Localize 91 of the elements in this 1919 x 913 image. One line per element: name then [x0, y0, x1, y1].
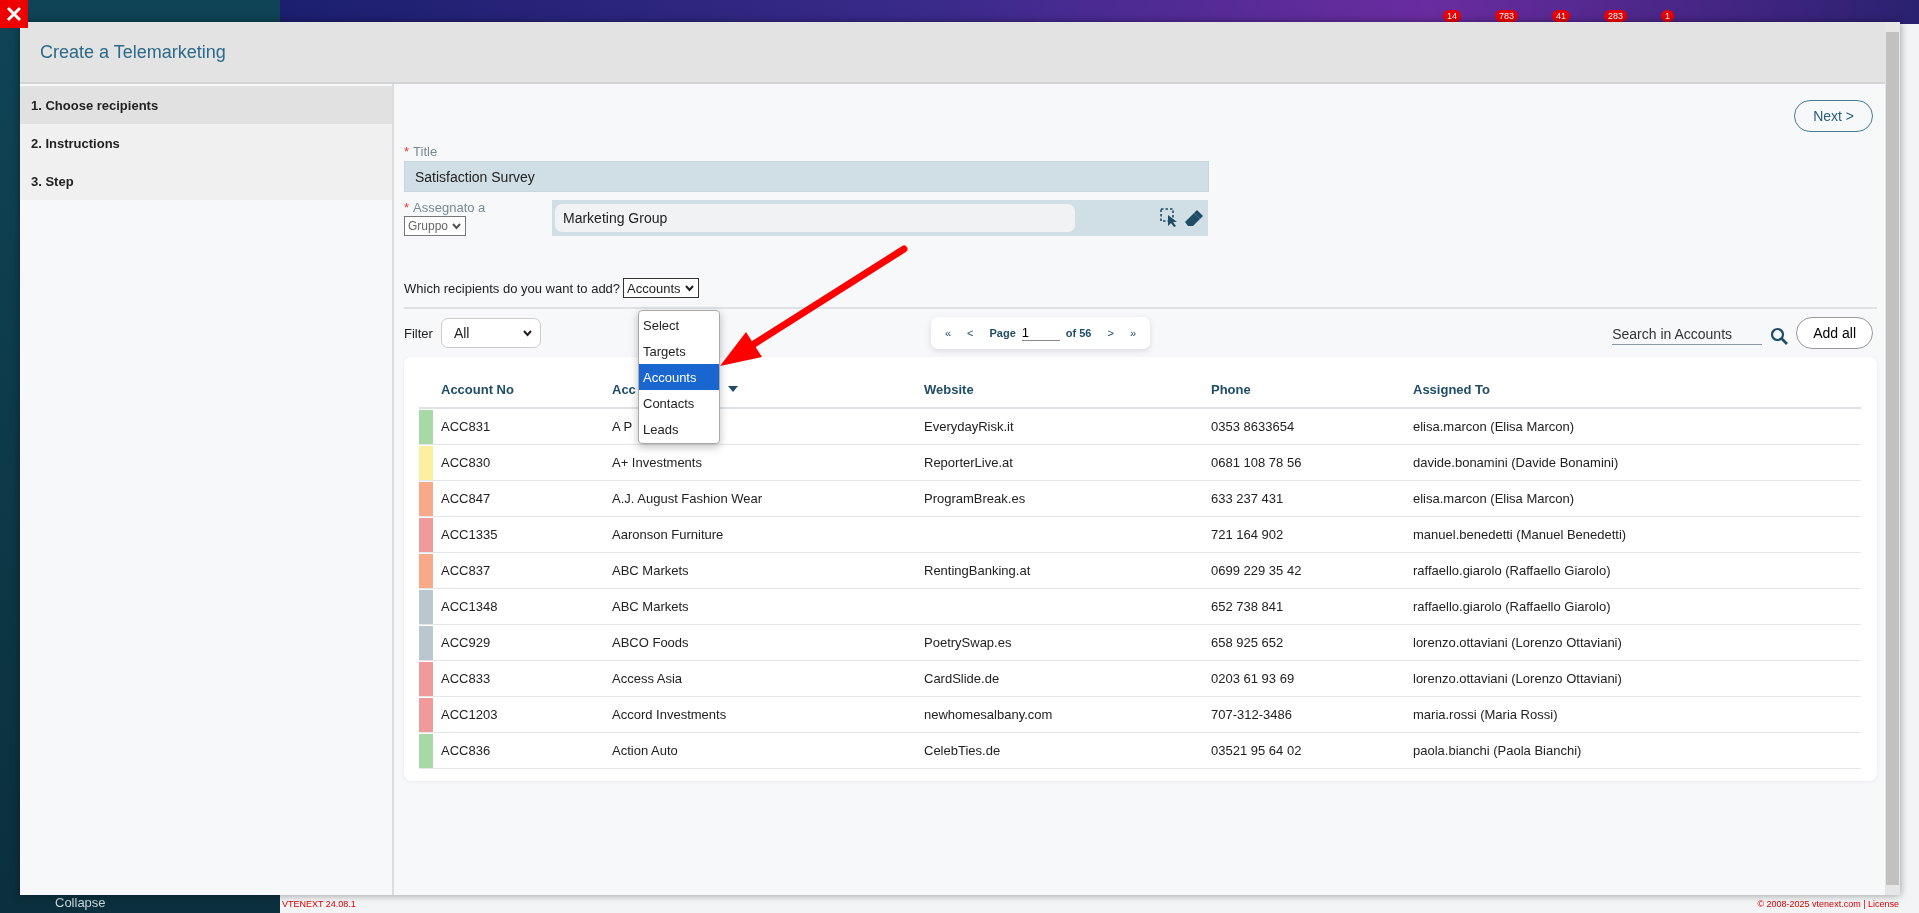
table-cell: lorenzo.ottaviani (Lorenzo Ottaviani) — [1413, 671, 1622, 686]
table-cell: manuel.benedetti (Manuel Benedetti) — [1413, 527, 1627, 542]
table-cell: A P — [612, 419, 633, 434]
table-cell: ABCO Foods — [612, 635, 689, 650]
column-header[interactable]: Acc — [612, 381, 636, 397]
table-cell: Accord Investments — [612, 707, 727, 722]
dropdown-option[interactable]: Targets — [639, 338, 719, 364]
table-cell: elisa.marcon (Elisa Marcon) — [1413, 491, 1575, 506]
table-cell: Access Asia — [612, 671, 683, 686]
assignee-field[interactable]: Marketing Group — [555, 204, 1075, 232]
next-button[interactable]: Next > — [1794, 100, 1873, 132]
filter-label: Filter — [404, 325, 433, 341]
step-tab[interactable]: 2. Instructions — [20, 124, 392, 162]
table-cell: Action Auto — [612, 743, 678, 758]
table-cell: ACC1203 — [441, 707, 498, 722]
field-label: Title — [413, 144, 438, 159]
table-cell: ACC836 — [441, 743, 491, 758]
table-cell: ProgramBreak.es — [924, 491, 1026, 506]
table-cell: ACC847 — [441, 491, 491, 506]
table-cell: EverydayRisk.it — [924, 419, 1014, 434]
table-cell: 0681 108 78 56 — [1211, 455, 1302, 470]
table-cell: 0353 8633654 — [1211, 419, 1295, 434]
table-cell: elisa.marcon (Elisa Marcon) — [1413, 419, 1575, 434]
filter-select[interactable]: All — [440, 318, 541, 348]
page-count: of 56 — [1065, 327, 1092, 339]
table-cell: newhomesalbany.com — [924, 707, 1053, 722]
collapse-label[interactable]: Collapse — [0, 895, 280, 913]
table-cell: ACC1348 — [441, 599, 498, 614]
table-cell: 0699 229 35 42 — [1211, 563, 1302, 578]
table-cell: CardSlide.de — [924, 671, 1000, 686]
next-page-button[interactable]: > — [1107, 327, 1114, 339]
table-cell: ACC830 — [441, 455, 491, 470]
table-cell: davide.bonamini (Davide Bonamini) — [1413, 455, 1619, 470]
table-cell: RentingBanking.at — [924, 563, 1031, 578]
table-cell: raffaello.giarolo (Raffaello Giarolo) — [1413, 563, 1611, 578]
table-cell: ReporterLive.at — [924, 455, 1013, 470]
table-cell: CelebTies.de — [924, 743, 1001, 758]
notification-badge: 1 — [1661, 10, 1674, 22]
table-cell: 0203 61 93 69 — [1211, 671, 1295, 686]
table-cell: 03521 95 64 02 — [1211, 743, 1302, 758]
page-input[interactable]: 1 — [1021, 325, 1060, 341]
title-field[interactable]: Satisfaction Survey — [404, 161, 1209, 192]
table-cell: Aaronson Furniture — [612, 527, 724, 542]
notification-badge: 41 — [1551, 10, 1570, 22]
table-cell: ACC831 — [441, 419, 491, 434]
search-field[interactable]: Search in Accounts — [1612, 326, 1763, 345]
recipient-type-select[interactable]: Accounts — [623, 278, 699, 298]
notification-badge: 783 — [1494, 10, 1518, 22]
dropdown-option[interactable]: Select — [639, 312, 719, 338]
step-tab[interactable]: 1. Choose recipients — [20, 86, 392, 124]
table-cell: ACC929 — [441, 635, 491, 650]
table-cell: ABC Markets — [612, 599, 689, 614]
column-header[interactable]: Website — [924, 381, 974, 397]
table-cell: ACC837 — [441, 563, 491, 578]
table-cell: 707-312-3486 — [1211, 707, 1292, 722]
column-header[interactable]: Assigned To — [1413, 381, 1491, 397]
previous-page-button[interactable]: < — [967, 327, 974, 339]
first-page-button[interactable]: « — [944, 327, 951, 339]
column-header[interactable]: Phone — [1211, 381, 1251, 397]
table-cell: paola.bianchi (Paola Bianchi) — [1413, 743, 1582, 758]
table-cell: raffaello.giarolo (Raffaello Giarolo) — [1413, 599, 1611, 614]
required-mark: * — [404, 144, 410, 159]
version-label: VTENEXT 24.08.1 — [282, 899, 356, 909]
table-cell: 633 237 431 — [1211, 491, 1284, 506]
step-tab[interactable]: 3. Step — [20, 162, 392, 200]
table-cell: lorenzo.ottaviani (Lorenzo Ottaviani) — [1413, 635, 1622, 650]
table-cell: ACC833 — [441, 671, 491, 686]
table-cell: ABC Markets — [612, 563, 689, 578]
last-page-button[interactable]: » — [1129, 327, 1136, 339]
table-cell: 721 164 902 — [1211, 527, 1284, 542]
field-label: Assegnato a — [413, 200, 486, 215]
notification-badge: 283 — [1603, 10, 1627, 22]
column-header[interactable]: Account No — [441, 381, 514, 397]
recipients-question: Which recipients do you want to add? — [404, 280, 621, 296]
table-cell: maria.rossi (Maria Rossi) — [1413, 707, 1558, 722]
copyright-text: © 2008-2025 vtenext.com | License — [1757, 899, 1899, 909]
window-title: Create a Telemarketing — [40, 41, 226, 63]
table-cell: A+ Investments — [612, 455, 702, 470]
dropdown-option[interactable]: Contacts — [639, 390, 719, 416]
add-all-button[interactable]: Add all — [1796, 317, 1873, 349]
table-cell: ACC1335 — [441, 527, 498, 542]
notification-badge: 14 — [1442, 10, 1461, 22]
dropdown-option[interactable]: Accounts — [639, 364, 719, 390]
required-mark: * — [404, 200, 410, 215]
table-cell: 652 738 841 — [1211, 599, 1284, 614]
table-cell: A.J. August Fashion Wear — [612, 491, 763, 506]
dropdown-option[interactable]: Leads — [639, 416, 719, 442]
type-select[interactable]: Gruppo — [404, 216, 467, 236]
table-cell: PoetrySwap.es — [924, 635, 1012, 650]
table-cell: 658 925 652 — [1211, 635, 1284, 650]
page-label: Page — [989, 327, 1016, 339]
